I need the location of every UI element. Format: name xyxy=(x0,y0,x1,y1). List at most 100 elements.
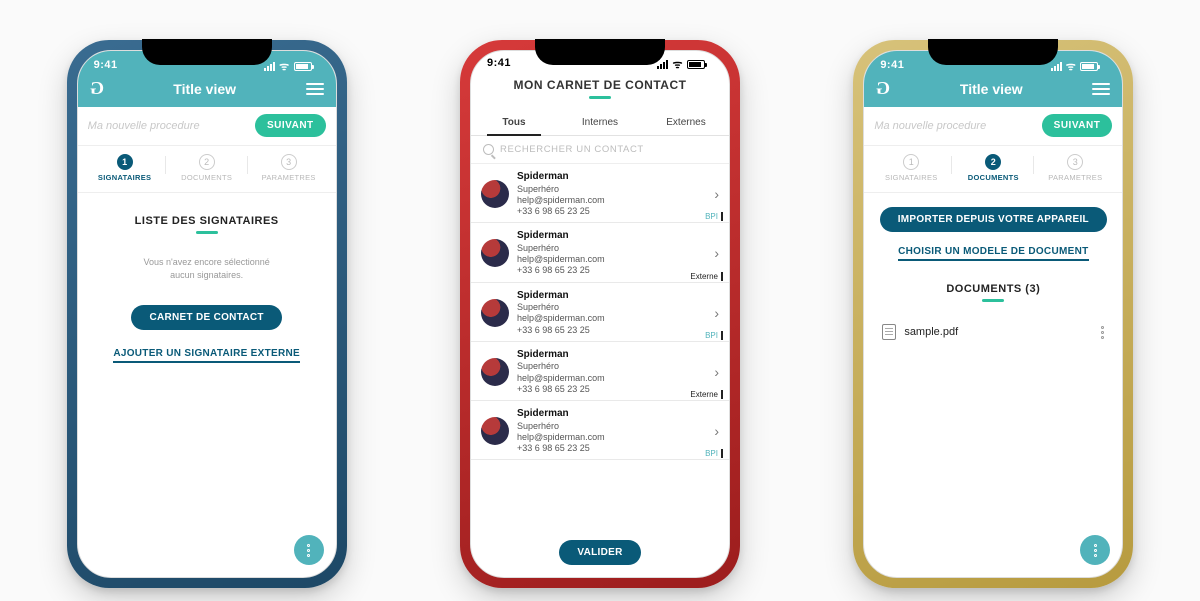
procedure-name-input[interactable]: Ma nouvelle procedure xyxy=(88,120,200,132)
battery-icon xyxy=(294,62,312,71)
contact-phone: +33 6 98 65 23 25 xyxy=(517,384,706,395)
document-filename: sample.pdf xyxy=(904,326,958,338)
spacer xyxy=(864,348,1122,577)
next-button[interactable]: SUIVANT xyxy=(1042,114,1113,137)
contact-role: Superhéro xyxy=(517,184,706,195)
contact-role: Superhéro xyxy=(517,421,706,432)
phone-frame-3: 9:41 ᯤ G Title view Ma nouvelle procedur… xyxy=(853,40,1133,588)
contact-tag: BPI xyxy=(705,449,723,458)
phone-frame-2: 9:41 ᯤ MON CARNET DE CONTACT Tous Intern… xyxy=(460,40,740,588)
signal-icon xyxy=(1051,62,1062,71)
search-placeholder: RECHERCHER UN CONTACT xyxy=(500,144,644,155)
import-from-device-button[interactable]: IMPORTER DEPUIS VOTRE APPAREIL xyxy=(880,207,1107,232)
status-time: 9:41 xyxy=(487,57,511,72)
empty-line2: aucun signataires. xyxy=(170,270,243,280)
contact-tag: Externe xyxy=(690,390,723,399)
signal-icon xyxy=(264,62,275,71)
contact-meta: SpidermanSuperhérohelp@spiderman.com+33 … xyxy=(517,171,706,217)
step-number: 1 xyxy=(117,154,133,170)
wifi-icon: ᯤ xyxy=(279,59,290,74)
contact-role: Superhéro xyxy=(517,243,706,254)
page-title: Title view xyxy=(173,81,236,97)
contact-row[interactable]: SpidermanSuperhérohelp@spiderman.com+33 … xyxy=(471,401,729,460)
contact-email: help@spiderman.com xyxy=(517,195,706,206)
status-time: 9:41 xyxy=(94,59,118,74)
fab-more-button[interactable] xyxy=(1080,535,1110,565)
menu-icon[interactable] xyxy=(1092,83,1110,95)
step-number: 2 xyxy=(199,154,215,170)
contact-email: help@spiderman.com xyxy=(517,373,706,384)
contact-row[interactable]: SpidermanSuperhérohelp@spiderman.com+33 … xyxy=(471,283,729,342)
step-number: 2 xyxy=(985,154,1001,170)
contact-name: Spiderman xyxy=(517,408,706,421)
open-contactbook-button[interactable]: CARNET DE CONTACT xyxy=(131,305,281,330)
section-title: LISTE DES SIGNATAIRES xyxy=(90,215,324,227)
accent-underline xyxy=(196,231,218,234)
wifi-icon: ᯤ xyxy=(672,57,683,72)
step-label: PARAMETRES xyxy=(248,173,330,182)
app-logo-icon[interactable]: G xyxy=(876,78,890,99)
empty-line1: Vous n'avez encore sélectionné xyxy=(144,257,270,267)
step-label: SIGNATAIRES xyxy=(870,173,952,182)
contact-name: Spiderman xyxy=(517,349,706,362)
contact-row[interactable]: SpidermanSuperhérohelp@spiderman.com+33 … xyxy=(471,164,729,223)
status-time: 9:41 xyxy=(880,59,904,74)
step-signataires[interactable]: 1 SIGNATAIRES xyxy=(870,154,952,182)
procedure-name-row: Ma nouvelle procedure SUIVANT xyxy=(864,107,1122,146)
contact-meta: SpidermanSuperhérohelp@spiderman.com+33 … xyxy=(517,230,706,276)
search-input[interactable]: RECHERCHER UN CONTACT xyxy=(471,136,729,164)
device-notch xyxy=(928,39,1058,65)
validate-button[interactable]: VALIDER xyxy=(559,540,640,565)
app-logo-icon[interactable]: G xyxy=(90,78,104,99)
fab-more-button[interactable] xyxy=(294,535,324,565)
modal-footer: VALIDER xyxy=(471,530,729,577)
tab-externes[interactable]: Externes xyxy=(643,109,729,135)
avatar xyxy=(481,358,509,386)
more-icon[interactable] xyxy=(1101,326,1104,339)
step-parametres[interactable]: 3 PARAMETRES xyxy=(1034,154,1116,182)
device-notch xyxy=(142,39,272,65)
avatar xyxy=(481,239,509,267)
chevron-right-icon: › xyxy=(714,245,719,261)
tab-internes[interactable]: Internes xyxy=(557,109,643,135)
chevron-right-icon: › xyxy=(714,305,719,321)
contact-meta: SpidermanSuperhérohelp@spiderman.com+33 … xyxy=(517,290,706,336)
modal-title: MON CARNET DE CONTACT xyxy=(481,78,719,92)
contact-row[interactable]: SpidermanSuperhérohelp@spiderman.com+33 … xyxy=(471,342,729,401)
signataires-body: LISTE DES SIGNATAIRES Vous n'avez encore… xyxy=(78,193,336,577)
step-label: DOCUMENTS xyxy=(166,173,248,182)
menu-icon[interactable] xyxy=(306,83,324,95)
stepper: 1 SIGNATAIRES 2 DOCUMENTS 3 PARAMETRES xyxy=(864,146,1122,193)
step-label: SIGNATAIRES xyxy=(84,173,166,182)
contact-tabs: Tous Internes Externes xyxy=(471,109,729,136)
contact-tag: Externe xyxy=(690,272,723,281)
contact-list: SpidermanSuperhérohelp@spiderman.com+33 … xyxy=(471,164,729,530)
contact-row[interactable]: SpidermanSuperhérohelp@spiderman.com+33 … xyxy=(471,223,729,282)
document-row[interactable]: sample.pdf xyxy=(878,316,1108,348)
step-documents[interactable]: 2 DOCUMENTS xyxy=(952,154,1034,182)
step-number: 3 xyxy=(281,154,297,170)
chevron-right-icon: › xyxy=(714,423,719,439)
add-external-signer-link[interactable]: AJOUTER UN SIGNATAIRE EXTERNE xyxy=(113,348,300,363)
contact-phone: +33 6 98 65 23 25 xyxy=(517,443,706,454)
contact-name: Spiderman xyxy=(517,290,706,303)
step-parametres[interactable]: 3 PARAMETRES xyxy=(248,154,330,182)
contact-phone: +33 6 98 65 23 25 xyxy=(517,325,706,336)
step-number: 1 xyxy=(903,154,919,170)
choose-template-link[interactable]: CHOISIR UN MODELE DE DOCUMENT xyxy=(898,246,1088,261)
step-documents[interactable]: 2 DOCUMENTS xyxy=(166,154,248,182)
next-button[interactable]: SUIVANT xyxy=(255,114,326,137)
procedure-name-input[interactable]: Ma nouvelle procedure xyxy=(874,120,986,132)
device-notch xyxy=(535,39,665,65)
empty-state-text: Vous n'avez encore sélectionné aucun sig… xyxy=(90,256,324,281)
documents-title: DOCUMENTS (3) xyxy=(878,283,1108,295)
tab-tous[interactable]: Tous xyxy=(471,109,557,135)
step-number: 3 xyxy=(1067,154,1083,170)
contact-name: Spiderman xyxy=(517,230,706,243)
step-signataires[interactable]: 1 SIGNATAIRES xyxy=(84,154,166,182)
mockup-stage: 9:41 ᯤ G Title view Ma nouvelle procedur… xyxy=(0,0,1200,588)
page-title: Title view xyxy=(960,81,1023,97)
accent-underline xyxy=(982,299,1004,302)
stepper: 1 SIGNATAIRES 2 DOCUMENTS 3 PARAMETRES xyxy=(78,146,336,193)
contact-email: help@spiderman.com xyxy=(517,313,706,324)
